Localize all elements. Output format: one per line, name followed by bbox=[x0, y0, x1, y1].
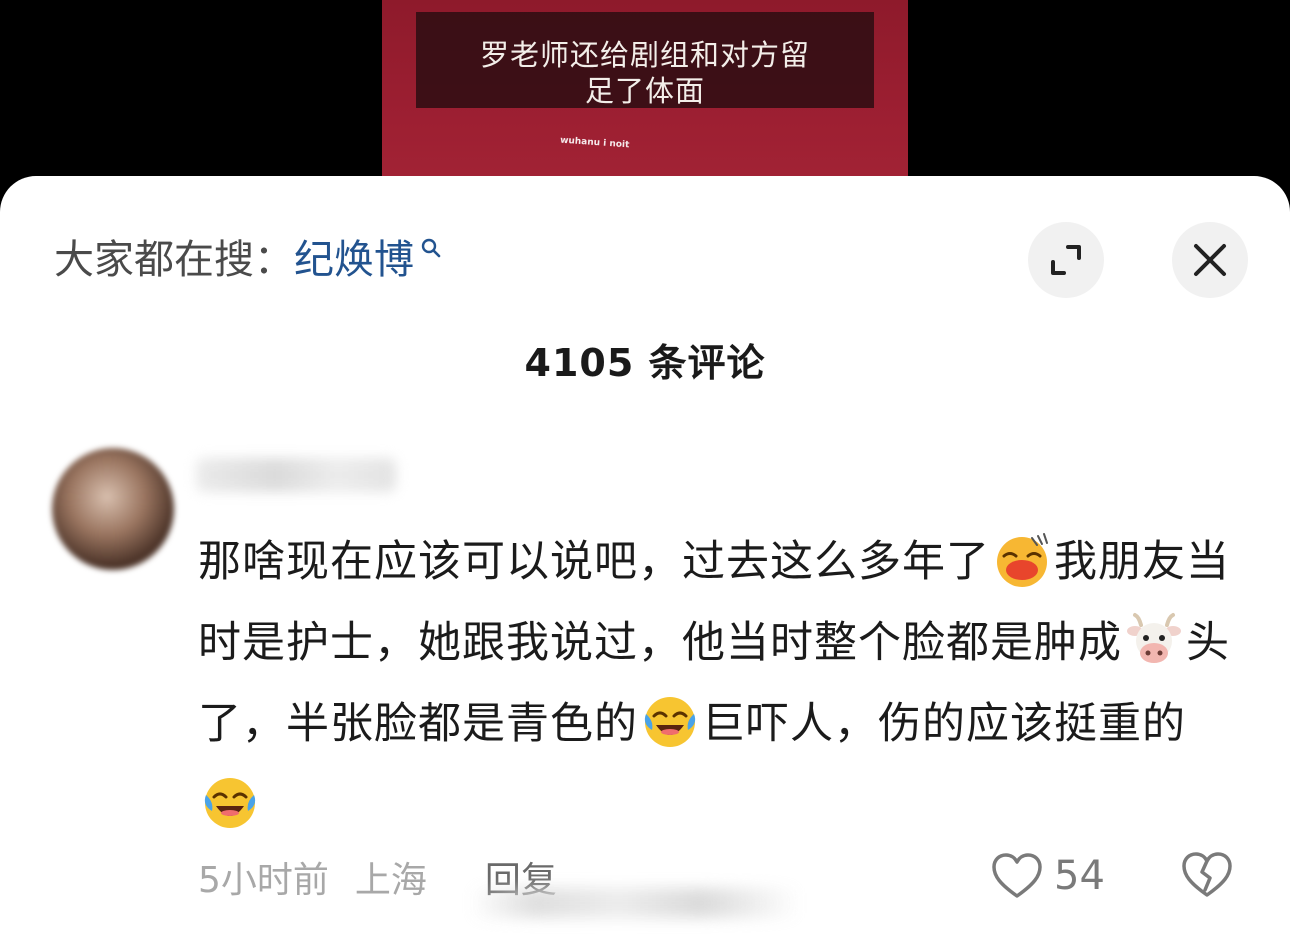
comment-location: 上海 bbox=[354, 860, 427, 901]
subtitle-box: 罗老师还给剧组和对方留 足了体面 bbox=[416, 12, 874, 108]
comment-text-part-4: 巨吓人，伤的应该挺重的 bbox=[702, 699, 1186, 749]
comment-text-part-1: 那啥现在应该可以说吧，过去这么多年了 bbox=[198, 537, 990, 587]
close-icon bbox=[1194, 244, 1226, 276]
broken-heart-icon bbox=[1182, 852, 1232, 897]
username-blurred[interactable] bbox=[196, 458, 396, 492]
avatar[interactable] bbox=[52, 448, 174, 570]
subtitle-line-2: 足了体面 bbox=[584, 74, 705, 108]
laugh-cry-emoji-icon bbox=[200, 773, 260, 833]
laugh-cry-emoji-icon bbox=[640, 692, 700, 752]
expand-icon bbox=[1051, 245, 1081, 275]
comment-sheet: 大家都在搜： 纪焕博 4105 条评论 那啥现在应该可以说吧，过去这么多年了 我… bbox=[0, 176, 1290, 936]
search-keyword-link[interactable]: 纪焕博 bbox=[294, 227, 414, 285]
blurred-overlay bbox=[470, 888, 800, 918]
search-suggestion[interactable]: 大家都在搜： 纪焕博 bbox=[54, 226, 442, 286]
comment-count: 4105 条评论 bbox=[524, 341, 766, 385]
like-count: 54 bbox=[1054, 853, 1105, 899]
cow-emoji-icon bbox=[1124, 611, 1184, 671]
comment-time: 5小时前 bbox=[198, 860, 329, 901]
expand-button[interactable] bbox=[1028, 222, 1104, 298]
search-icon bbox=[420, 225, 442, 271]
dislike-button[interactable] bbox=[1180, 850, 1234, 904]
like-button[interactable]: 54 bbox=[990, 848, 1105, 904]
heart-icon bbox=[992, 853, 1042, 898]
comment-text: 那啥现在应该可以说吧，过去这么多年了 我朋友当时是护士，她跟我说过，他当时整个脸… bbox=[198, 522, 1248, 846]
close-button[interactable] bbox=[1172, 222, 1248, 298]
search-prefix: 大家都在搜： bbox=[54, 237, 294, 283]
video-player[interactable]: 罗老师还给剧组和对方留 足了体面 wuhanu i noit bbox=[0, 0, 1290, 200]
sweat-smile-emoji-icon bbox=[992, 530, 1052, 590]
